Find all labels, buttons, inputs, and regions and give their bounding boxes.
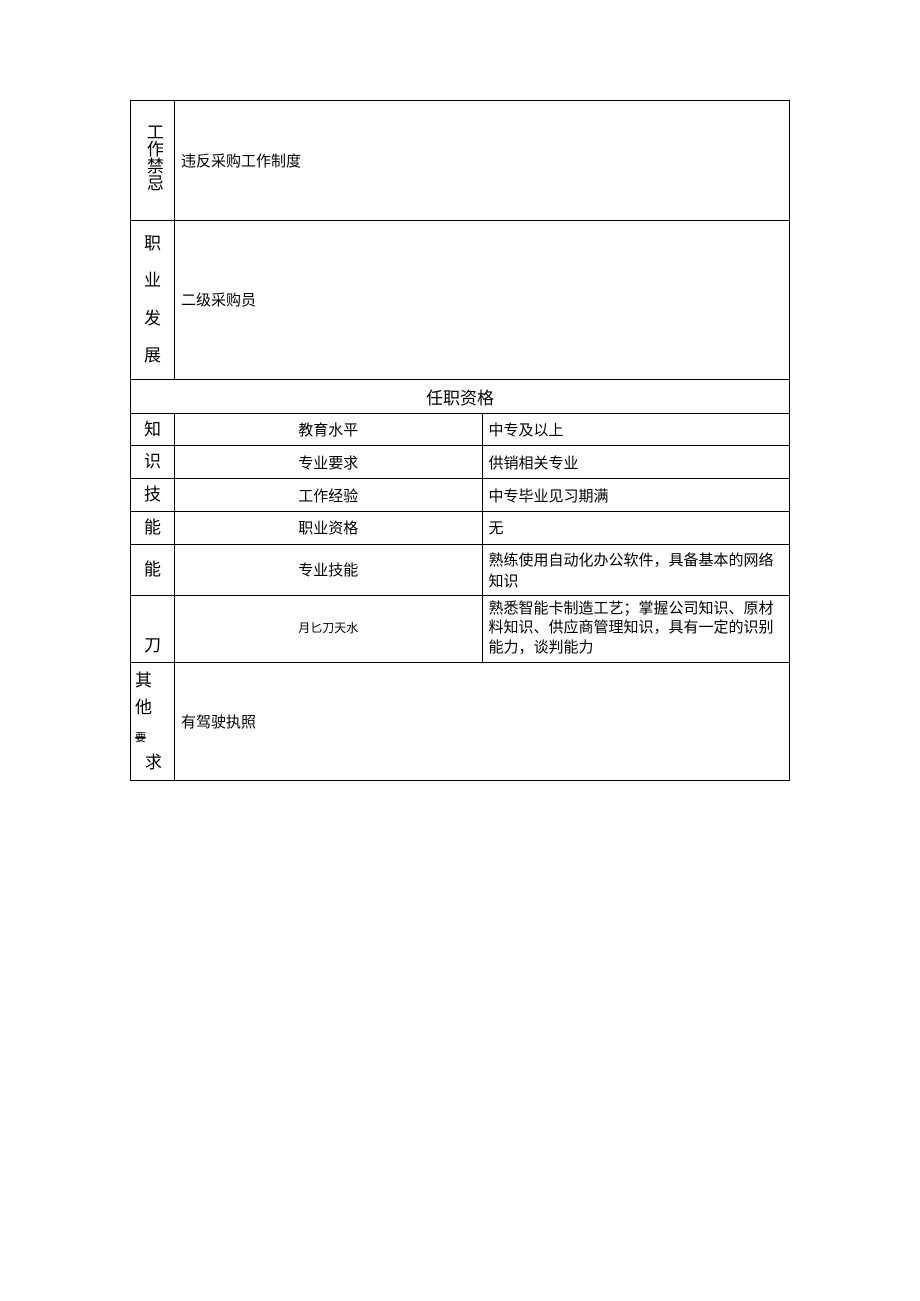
career-value: 二级采购员 xyxy=(175,221,790,380)
skills-label-1: 技 xyxy=(131,479,175,512)
knowledge-label-1: 知 xyxy=(131,413,175,446)
knowledge-val-0: 中专及以上 xyxy=(482,413,790,446)
skills-sub-3: 月匕刀天水 xyxy=(175,595,483,663)
career-label: 职 业发 展 xyxy=(131,221,175,380)
skills-sub-1: 职业资格 xyxy=(175,511,483,544)
job-spec-table: 工作禁忌 违反采购工作制度 职 业发 展 二级采购员 任职资格 知 教育水平 中… xyxy=(130,100,790,781)
taboo-label: 工作禁忌 xyxy=(131,101,175,221)
knowledge-val-1: 供销相关专业 xyxy=(482,446,790,479)
taboo-value: 违反采购工作制度 xyxy=(175,101,790,221)
knowledge-sub-1: 专业要求 xyxy=(175,446,483,479)
skills-sub-2: 专业技能 xyxy=(175,544,483,595)
other-value: 有驾驶执照 xyxy=(175,663,790,781)
other-label: 其 他 要 求 xyxy=(131,663,175,781)
skills-label-3: 能 xyxy=(131,544,175,595)
skills-label-2: 能 xyxy=(131,511,175,544)
skills-val-2: 熟练使用自动化办公软件，具备基本的网络知识 xyxy=(482,544,790,595)
qualifications-header: 任职资格 xyxy=(131,379,790,413)
skills-label-4: 刀 xyxy=(131,595,175,663)
skills-val-0: 中专毕业见习期满 xyxy=(482,479,790,512)
skills-val-3: 熟悉智能卡制造工艺；掌握公司知识、原材料知识、供应商管理知识，具有一定的识别能力… xyxy=(482,595,790,663)
skills-sub-0: 工作经验 xyxy=(175,479,483,512)
skills-val-1: 无 xyxy=(482,511,790,544)
knowledge-label-2: 识 xyxy=(131,446,175,479)
knowledge-sub-0: 教育水平 xyxy=(175,413,483,446)
